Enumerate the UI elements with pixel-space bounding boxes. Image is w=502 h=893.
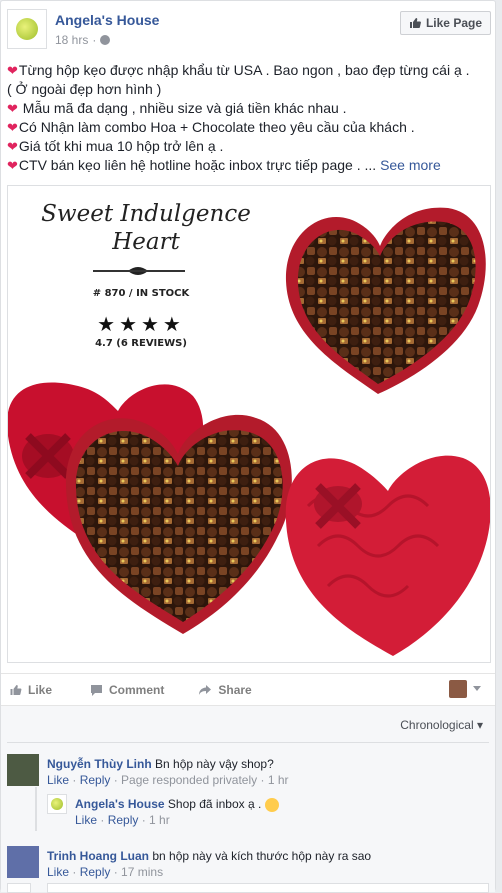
thumbs-up-icon xyxy=(10,684,22,695)
like-button[interactable]: Like xyxy=(9,683,52,697)
post-actions-bar: Like Comment Share xyxy=(1,673,495,705)
comment-reply-link[interactable]: Reply xyxy=(80,865,111,879)
comment-meta: Page responded privately xyxy=(121,773,258,787)
avatar xyxy=(7,883,31,893)
page-avatar[interactable] xyxy=(7,9,47,49)
divider xyxy=(7,742,489,743)
comment-time[interactable]: 1 hr xyxy=(149,813,170,827)
comment-like-link[interactable]: Like xyxy=(75,813,97,827)
heart-eyes-emoji-icon xyxy=(264,797,279,812)
comment-text: Bn hộp này vậy shop? xyxy=(155,757,274,771)
comment-reply-link[interactable]: Reply xyxy=(80,773,111,787)
post-line: ❤Giá tốt khi mua 10 hộp trở lên ạ . xyxy=(7,138,224,154)
heart-emoji-icon: ❤ xyxy=(7,120,18,135)
comment-author[interactable]: Angela's House xyxy=(75,797,165,811)
chocolate-heart-illustration xyxy=(8,207,490,656)
comment-text: Shop đã inbox ạ . xyxy=(167,797,262,811)
post-meta: 18 hrs · xyxy=(55,33,111,47)
share-button[interactable]: Share xyxy=(198,683,252,697)
post-line: ( Ở ngoài đẹp hơn hình ) xyxy=(7,81,162,97)
post-text: ❤Từng hộp kẹo được nhập khẩu từ USA . Ba… xyxy=(7,61,493,175)
comment-time[interactable]: 17 mins xyxy=(121,865,163,879)
comment-author[interactable]: Trinh Hoang Luan xyxy=(47,849,149,863)
comment-reply-link[interactable]: Reply xyxy=(108,813,139,827)
see-more-link[interactable]: See more xyxy=(380,157,441,173)
comment-item: Nguyễn Thùy Linh Bn hộp này vậy shop? Li… xyxy=(7,754,489,790)
stock-label: # 870 / IN STOCK xyxy=(92,288,190,299)
comment-time[interactable]: 1 hr xyxy=(268,773,289,787)
viewer-avatar[interactable] xyxy=(449,680,467,698)
comments-section: Chronological ▾ Nguyễn Thùy Linh Bn hộp … xyxy=(1,705,495,892)
comment-composer[interactable] xyxy=(7,883,489,893)
page-name-link[interactable]: Angela's House xyxy=(55,12,159,28)
post-line: ❤Từng hộp kẹo được nhập khẩu từ USA . Ba… xyxy=(7,62,470,78)
comment-like-link[interactable]: Like xyxy=(47,865,69,879)
globe-icon[interactable] xyxy=(100,35,111,45)
reply-thread-line xyxy=(35,787,37,831)
rating-stars: ★★★★ xyxy=(97,314,185,336)
chevron-down-icon[interactable] xyxy=(473,686,481,691)
post-card: Angela's House 18 hrs · Like Page ❤Từng … xyxy=(0,0,496,893)
heart-emoji-icon: ❤ xyxy=(7,139,18,154)
comment-button[interactable]: Comment xyxy=(90,683,164,697)
like-page-button[interactable]: Like Page xyxy=(399,11,491,35)
thumbs-up-icon xyxy=(409,18,421,28)
reply-item: Angela's House Shop đã inbox ạ . Like · … xyxy=(47,794,487,830)
product-title: Sweet Indulgence Heart xyxy=(41,201,251,255)
sort-caret-icon: ▾ xyxy=(476,718,483,732)
post-line: ❤ Mẫu mã đa dạng , nhiều size và giá tiề… xyxy=(7,100,347,116)
title-divider xyxy=(93,270,185,272)
avatar[interactable] xyxy=(7,846,39,878)
heart-emoji-icon: ❤ xyxy=(7,158,18,173)
comment-text: bn hộp này và kích thước hộp này ra sao xyxy=(152,849,372,863)
share-arrow-icon xyxy=(199,684,212,695)
like-page-label: Like Page xyxy=(425,16,482,30)
heart-emoji-icon: ❤ xyxy=(7,63,18,78)
comment-input[interactable] xyxy=(47,883,489,893)
post-line: ❤CTV bán kẹo liên hệ hotline hoặc inbox … xyxy=(7,157,441,173)
avatar[interactable] xyxy=(7,754,39,786)
post-header: Angela's House 18 hrs · Like Page xyxy=(7,9,491,53)
comment-item: Trinh Hoang Luan bn hộp này và kích thướ… xyxy=(7,846,489,882)
apple-logo-icon xyxy=(51,798,63,810)
heart-emoji-icon: ❤ xyxy=(7,101,18,116)
comment-author[interactable]: Nguyễn Thùy Linh xyxy=(47,757,152,771)
comment-like-link[interactable]: Like xyxy=(47,773,69,787)
post-line: ❤Có Nhận làm combo Hoa + Chocolate theo … xyxy=(7,119,415,135)
comment-bubble-icon xyxy=(91,684,103,696)
comment-sort-dropdown[interactable]: Chronological ▾ xyxy=(400,718,483,732)
apple-logo-icon xyxy=(16,18,38,40)
review-count: 4.7 (6 REVIEWS) xyxy=(95,338,187,349)
post-timestamp[interactable]: 18 hrs xyxy=(55,33,88,47)
avatar[interactable] xyxy=(47,794,67,814)
heart-box-lid-right xyxy=(285,455,490,656)
post-photo[interactable]: Sweet Indulgence Heart # 870 / IN STOCK … xyxy=(7,185,491,663)
